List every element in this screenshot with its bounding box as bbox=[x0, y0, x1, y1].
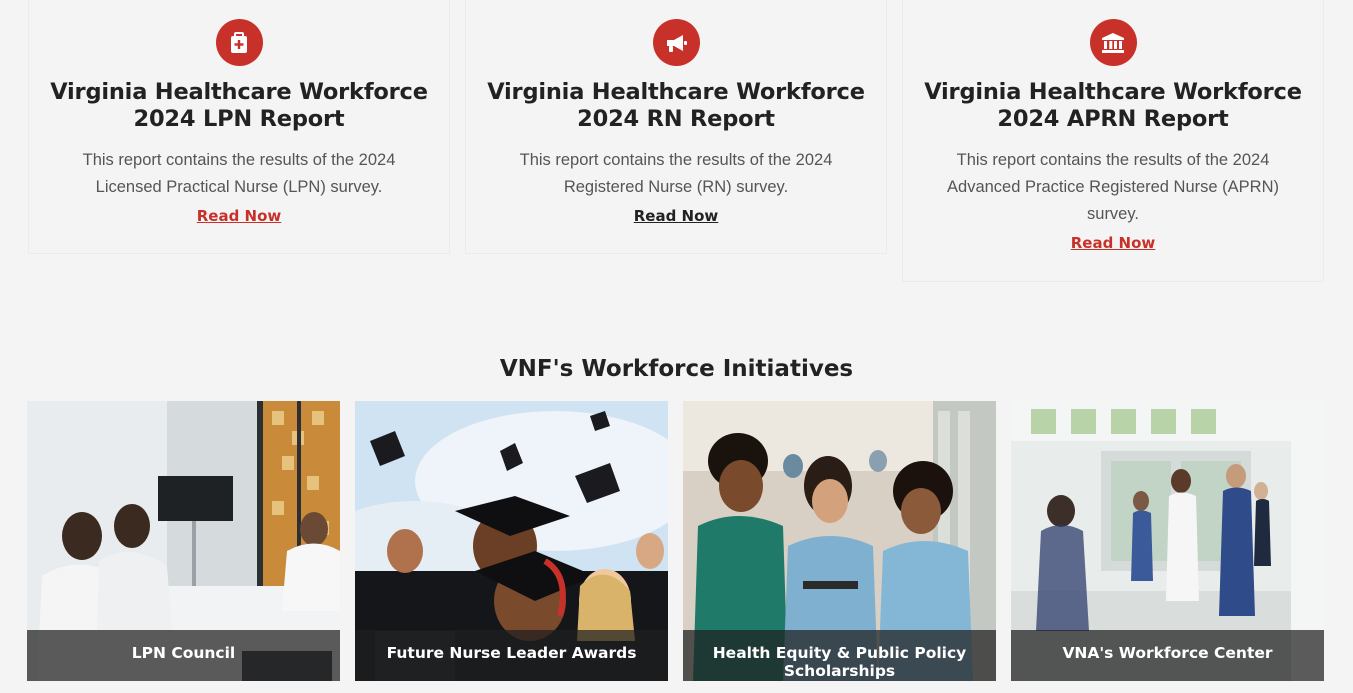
report-card-lpn: Virginia Healthcare Workforce 2024 LPN R… bbox=[28, 0, 450, 254]
initiative-tile-vna-workforce-center[interactable]: VNA's Workforce Center bbox=[1011, 401, 1324, 681]
page: Virginia Healthcare Workforce 2024 LPN R… bbox=[0, 0, 1353, 693]
medical-kit-icon bbox=[215, 19, 263, 66]
report-description: This report contains the results of the … bbox=[947, 151, 1279, 223]
report-card-aprn: Virginia Healthcare Workforce 2024 APRN … bbox=[902, 0, 1324, 282]
tile-caption: LPN Council bbox=[27, 630, 340, 681]
report-title: Virginia Healthcare Workforce 2024 RN Re… bbox=[487, 79, 865, 132]
read-now-link-rn[interactable]: Read Now bbox=[634, 207, 719, 225]
initiative-tile-health-equity-scholarships[interactable]: Health Equity & Public Policy Scholarshi… bbox=[683, 401, 996, 681]
megaphone-icon bbox=[652, 19, 700, 66]
section-heading: VNF's Workforce Initiatives bbox=[499, 356, 854, 382]
read-now-link-aprn[interactable]: Read Now bbox=[1071, 234, 1156, 252]
report-description: This report contains the results of the … bbox=[519, 151, 833, 196]
report-title: Virginia Healthcare Workforce 2024 LPN R… bbox=[50, 79, 428, 132]
read-now-link-lpn[interactable]: Read Now bbox=[197, 207, 282, 225]
institution-icon bbox=[1089, 19, 1137, 66]
initiative-tile-lpn-council[interactable]: LPN Council bbox=[27, 401, 340, 681]
tile-caption: Future Nurse Leader Awards bbox=[355, 630, 668, 681]
tile-caption: Health Equity & Public Policy Scholarshi… bbox=[683, 630, 996, 681]
report-card-rn: Virginia Healthcare Workforce 2024 RN Re… bbox=[465, 0, 887, 254]
report-title: Virginia Healthcare Workforce 2024 APRN … bbox=[924, 79, 1302, 132]
report-description: This report contains the results of the … bbox=[82, 151, 396, 196]
initiative-tile-future-nurse-leader-awards[interactable]: Future Nurse Leader Awards bbox=[355, 401, 668, 681]
tile-caption: VNA's Workforce Center bbox=[1011, 630, 1324, 681]
